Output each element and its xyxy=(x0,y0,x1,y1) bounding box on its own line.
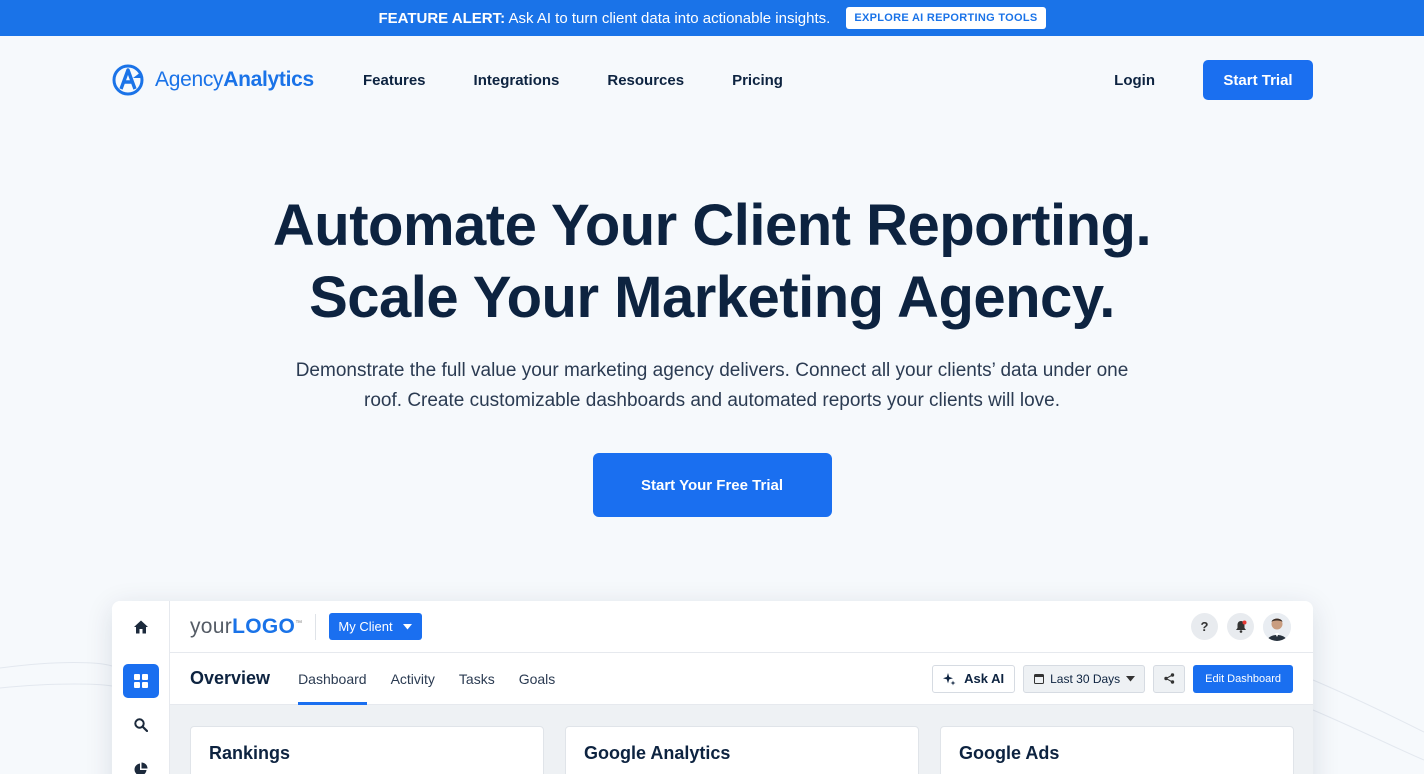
tab-dashboard[interactable]: Dashboard xyxy=(298,653,367,705)
hero-subtitle: Demonstrate the full value your marketin… xyxy=(295,360,1129,411)
alert-message: FEATURE ALERT: Ask AI to turn client dat… xyxy=(378,10,830,27)
share-icon[interactable] xyxy=(1153,664,1186,693)
calendar-icon xyxy=(1034,674,1045,684)
free-trial-button[interactable]: Start Your Free Trial xyxy=(592,453,832,517)
client-logo-your: your xyxy=(190,614,233,638)
dashboard-grid-icon[interactable] xyxy=(123,664,159,698)
client-selector[interactable]: My Client xyxy=(329,613,422,640)
client-logo-tm: ™ xyxy=(295,619,303,627)
dashboard-subnav: Overview Dashboard Activity Tasks Goals … xyxy=(170,653,1313,705)
dashboard-sidebar xyxy=(112,601,170,774)
tab-goals[interactable]: Goals xyxy=(519,653,556,705)
alert-prefix: FEATURE ALERT: xyxy=(378,9,506,27)
tab-tasks[interactable]: Tasks xyxy=(459,653,495,705)
help-icon[interactable]: ? xyxy=(1191,613,1218,640)
search-icon[interactable] xyxy=(123,708,159,742)
client-logo-placeholder: yourLOGO™ xyxy=(190,615,302,639)
client-selector-label: My Client xyxy=(338,619,393,634)
nav-integrations[interactable]: Integrations xyxy=(474,72,560,89)
user-avatar[interactable] xyxy=(1263,612,1291,641)
dashboard-preview: yourLOGO™ My Client ? Overview Dashboard… xyxy=(112,601,1313,774)
google-analytics-card[interactable]: Google Analytics xyxy=(565,726,919,774)
date-range-label: Last 30 Days xyxy=(1050,671,1121,686)
ask-ai-button[interactable]: Ask AI xyxy=(932,664,1016,693)
rankings-card[interactable]: Rankings xyxy=(190,726,544,774)
hero-title-line2: Scale Your Marketing Agency. xyxy=(309,265,1115,330)
explore-ai-button[interactable]: EXPLORE AI REPORTING TOOLS xyxy=(846,7,1046,29)
hero-section: Automate Your Client Reporting. Scale Yo… xyxy=(0,124,1424,517)
topbar-divider xyxy=(315,613,317,640)
nav-links: Features Integrations Resources Pricing xyxy=(363,72,831,89)
nav-pricing[interactable]: Pricing xyxy=(732,72,783,89)
start-trial-button[interactable]: Start Trial xyxy=(1203,60,1313,100)
login-link[interactable]: Login xyxy=(1114,72,1155,89)
sparkle-icon xyxy=(943,672,956,685)
logo-text-light: Agency xyxy=(155,68,224,91)
logo-text-bold: Analytics xyxy=(223,68,314,91)
logo-text: AgencyAnalytics xyxy=(155,68,314,92)
tab-activity[interactable]: Activity xyxy=(391,653,435,705)
alert-text: Ask AI to turn client data into actionab… xyxy=(508,9,831,27)
nav-features[interactable]: Features xyxy=(363,72,426,89)
logo-mark-icon xyxy=(112,64,144,96)
chevron-down-icon xyxy=(402,623,412,629)
hero-title: Automate Your Client Reporting. Scale Yo… xyxy=(0,190,1424,334)
topbar-actions: ? xyxy=(1191,612,1291,641)
agencyanalytics-logo[interactable]: AgencyAnalytics xyxy=(111,64,363,96)
google-ads-card[interactable]: Google Ads xyxy=(940,726,1294,774)
client-logo-logo: LOGO xyxy=(232,614,296,638)
nav-resources[interactable]: Resources xyxy=(607,72,684,89)
dashboard-body: Rankings Google Analytics Google Ads xyxy=(170,705,1313,774)
ask-ai-label: Ask AI xyxy=(964,671,1005,686)
dashboard-actions: Ask AI Last 30 Days Edit Dashboard xyxy=(932,664,1293,693)
pie-chart-icon[interactable] xyxy=(123,752,159,774)
chevron-down-icon xyxy=(1126,675,1136,681)
dashboard-topbar: yourLOGO™ My Client ? xyxy=(170,601,1313,653)
nav-actions: Login Start Trial xyxy=(1114,60,1313,100)
date-range-picker[interactable]: Last 30 Days xyxy=(1023,664,1146,693)
notification-bell-icon[interactable] xyxy=(1227,613,1254,640)
main-nav: AgencyAnalytics Features Integrations Re… xyxy=(0,36,1424,124)
home-icon[interactable] xyxy=(123,610,159,644)
hero-title-line1: Automate Your Client Reporting. xyxy=(272,193,1152,258)
overview-title: Overview xyxy=(190,668,271,688)
edit-dashboard-button[interactable]: Edit Dashboard xyxy=(1193,664,1293,693)
feature-alert-bar: FEATURE ALERT: Ask AI to turn client dat… xyxy=(0,0,1424,36)
